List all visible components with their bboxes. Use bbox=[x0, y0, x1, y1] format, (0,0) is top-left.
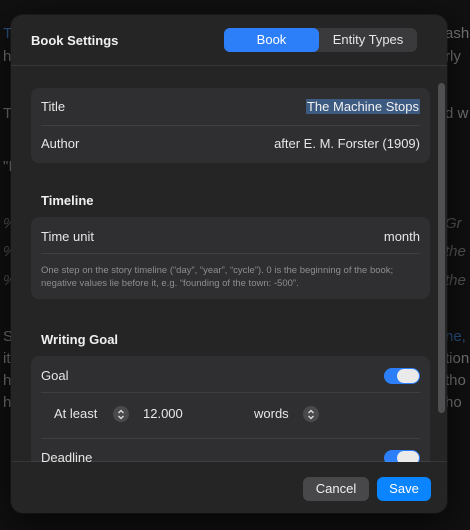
row-divider bbox=[41, 392, 420, 393]
row-divider bbox=[41, 253, 420, 254]
settings-scroll-area[interactable]: Title The Machine Stops Author after E. … bbox=[11, 65, 447, 462]
title-field[interactable]: The Machine Stops bbox=[305, 99, 420, 114]
save-button[interactable]: Save bbox=[377, 477, 431, 501]
writing-goal-group: Goal At least 12.000 words Deadline bbox=[31, 356, 430, 462]
cancel-button[interactable]: Cancel bbox=[303, 477, 369, 501]
comparator-chevrons-icon[interactable] bbox=[113, 406, 129, 422]
author-label: Author bbox=[41, 136, 80, 151]
row-divider bbox=[41, 438, 420, 439]
comparator-popup[interactable]: At least bbox=[54, 406, 97, 421]
sheet-footer: Cancel Save bbox=[11, 461, 447, 513]
timeline-section-title: Timeline bbox=[41, 193, 94, 208]
tab-entity-types[interactable]: Entity Types bbox=[319, 28, 417, 52]
unit-chevrons-icon[interactable] bbox=[303, 406, 319, 422]
goal-amount-row: At least 12.000 words bbox=[31, 406, 430, 424]
book-settings-sheet: Book Settings Book Entity Types Title Th… bbox=[11, 15, 447, 513]
tab-book[interactable]: Book bbox=[224, 28, 319, 52]
goal-label: Goal bbox=[41, 368, 69, 383]
time-unit-field[interactable]: month bbox=[384, 229, 420, 244]
goal-amount-field[interactable]: 12.000 bbox=[143, 406, 183, 421]
vertical-scrollbar[interactable] bbox=[438, 83, 445, 413]
sheet-title: Book Settings bbox=[31, 33, 119, 48]
title-value: The Machine Stops bbox=[305, 99, 420, 114]
timeline-group: Time unit month One step on the story ti… bbox=[31, 217, 430, 299]
title-label: Title bbox=[41, 99, 66, 114]
goal-unit-popup[interactable]: words bbox=[254, 406, 289, 421]
sheet-header: Book Settings Book Entity Types bbox=[11, 15, 447, 65]
row-divider bbox=[41, 125, 420, 126]
book-info-group: Title The Machine Stops Author after E. … bbox=[31, 88, 430, 163]
goal-toggle[interactable] bbox=[384, 368, 420, 384]
writing-goal-section-title: Writing Goal bbox=[41, 332, 119, 347]
author-field[interactable]: after E. M. Forster (1909) bbox=[274, 136, 420, 151]
goal-row: Goal bbox=[31, 368, 430, 386]
time-unit-label: Time unit bbox=[41, 229, 94, 244]
time-unit-hint: One step on the story timeline (“day”, “… bbox=[41, 265, 394, 289]
toggle-knob bbox=[397, 369, 419, 383]
tab-segmented-control: Book Entity Types bbox=[224, 28, 417, 52]
